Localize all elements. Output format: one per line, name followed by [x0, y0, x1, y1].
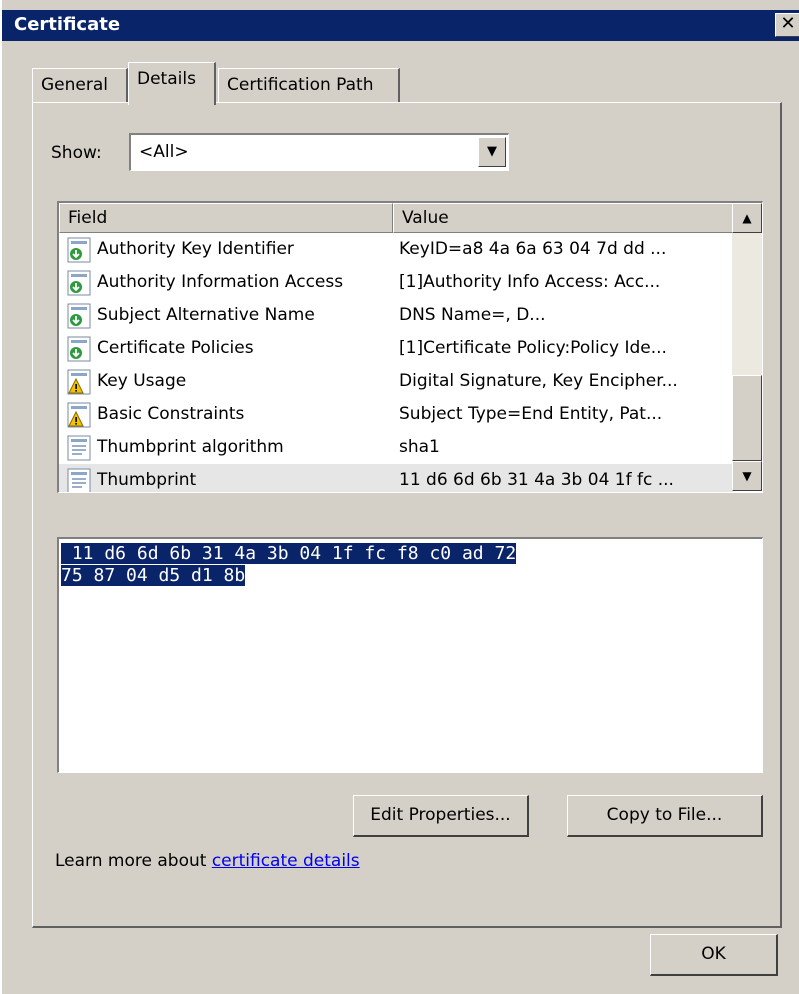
title-bar[interactable]: Certificate ✕ — [2, 10, 799, 41]
property-icon — [67, 435, 91, 461]
window-title: Certificate — [14, 14, 121, 35]
field-value: [1]Authority Info Access: Acc... — [399, 272, 661, 292]
list-item[interactable]: Certificate Policies [1]Certificate Poli… — [59, 332, 733, 365]
learn-more-text: Learn more about certificate details — [55, 851, 360, 871]
extension-icon — [67, 303, 91, 329]
field-detail-textbox[interactable]: 11 d6 6d 6b 31 4a 3b 04 1f fc f8 c0 ad 7… — [57, 537, 763, 773]
scroll-up-button[interactable]: ▲ — [732, 203, 762, 233]
column-header-field[interactable]: Field — [59, 203, 393, 233]
tab-general-label: General — [41, 75, 108, 95]
list-item[interactable]: Key Usage Digital Signature, Key Enciphe… — [59, 365, 733, 398]
show-select-value: <All> — [139, 142, 189, 162]
show-select[interactable]: <All> ▼ — [129, 133, 509, 171]
field-name: Authority Key Identifier — [97, 239, 294, 259]
ok-label: OK — [701, 944, 726, 964]
column-header-value-label: Value — [402, 208, 449, 228]
list-item[interactable]: Basic Constraints Subject Type=End Entit… — [59, 398, 733, 431]
field-name: Basic Constraints — [97, 404, 245, 424]
list-item-selected[interactable]: Thumbprint 11 d6 6d 6b 31 4a 3b 04 1f fc… — [59, 464, 733, 492]
field-name: Thumbprint — [97, 470, 197, 490]
certificate-details-link[interactable]: certificate details — [212, 851, 360, 871]
chevron-down-icon: ▼ — [487, 144, 497, 159]
show-label: Show: — [51, 143, 102, 163]
critical-extension-icon — [67, 402, 91, 428]
vertical-scrollbar[interactable]: ▲ ▼ — [732, 203, 762, 491]
critical-extension-icon — [67, 369, 91, 395]
field-value: Subject Type=End Entity, Pat... — [399, 404, 663, 424]
field-value: KeyID=a8 4a 6a 63 04 7d dd ... — [399, 239, 667, 259]
ok-button[interactable]: OK — [650, 934, 778, 976]
list-item[interactable]: Authority Key Identifier KeyID=a8 4a 6a … — [59, 233, 733, 266]
tab-details-label: Details — [137, 69, 196, 89]
tab-details[interactable]: Details — [128, 62, 216, 105]
tab-certification-path-label: Certification Path — [227, 75, 374, 95]
copy-to-file-label: Copy to File... — [606, 805, 723, 825]
field-name: Key Usage — [97, 371, 187, 391]
extension-icon — [67, 237, 91, 263]
tab-certification-path[interactable]: Certification Path — [218, 68, 400, 102]
close-icon: ✕ — [780, 13, 796, 34]
edit-properties-label: Edit Properties... — [370, 805, 511, 825]
details-panel: Show: <All> ▼ Field Value Authority Key … — [32, 102, 782, 928]
field-name: Subject Alternative Name — [97, 305, 315, 325]
field-name: Authority Information Access — [97, 272, 344, 292]
column-header-value[interactable]: Value — [393, 203, 733, 233]
learn-more-prefix: Learn more about — [55, 851, 212, 871]
tab-general[interactable]: General — [32, 68, 128, 102]
field-value: Digital Signature, Key Encipher... — [399, 371, 678, 391]
field-value: [1]Certificate Policy:Policy Ide... — [399, 338, 667, 358]
extension-icon — [67, 336, 91, 362]
field-value: 11 d6 6d 6b 31 4a 3b 04 1f fc ... — [399, 470, 674, 490]
field-value: DNS Name=, D... — [399, 305, 546, 325]
field-value: sha1 — [399, 437, 440, 457]
list-item[interactable]: Thumbprint algorithm sha1 — [59, 431, 733, 464]
dropdown-button[interactable]: ▼ — [478, 137, 506, 167]
property-icon — [67, 468, 91, 492]
thumbprint-line-1: 11 d6 6d 6b 31 4a 3b 04 1f fc f8 c0 ad 7… — [61, 543, 517, 564]
copy-to-file-button[interactable]: Copy to File... — [567, 795, 763, 837]
field-name: Thumbprint algorithm — [97, 437, 284, 457]
thumbprint-line-2: 75 87 04 d5 d1 8b — [61, 565, 246, 586]
arrow-up-icon: ▲ — [742, 211, 752, 225]
extension-icon — [67, 270, 91, 296]
arrow-down-icon: ▼ — [742, 469, 752, 483]
list-item[interactable]: Authority Information Access [1]Authorit… — [59, 266, 733, 299]
close-button[interactable]: ✕ — [775, 13, 799, 37]
scroll-down-button[interactable]: ▼ — [732, 461, 762, 491]
field-name: Certificate Policies — [97, 338, 254, 358]
certificate-dialog: Certificate ✕ General Details Certificat… — [0, 0, 799, 994]
fields-listview[interactable]: Field Value Authority Key Identifier Key… — [57, 201, 763, 493]
column-header-field-label: Field — [68, 208, 108, 228]
edit-properties-button[interactable]: Edit Properties... — [353, 795, 529, 837]
scroll-thumb[interactable] — [732, 375, 762, 461]
list-item[interactable]: Subject Alternative Name DNS Name=, D... — [59, 299, 733, 332]
